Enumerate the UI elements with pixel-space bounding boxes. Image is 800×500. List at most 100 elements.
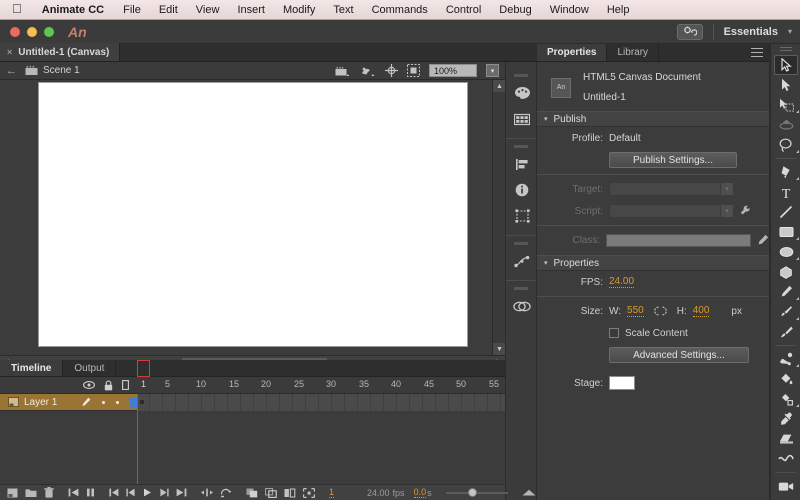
stage-vertical-scrollbar[interactable]: ▲ ▼ [492,80,506,355]
properties-section-header[interactable]: ▾ Properties [537,255,769,271]
tool-options-corner-icon[interactable] [796,237,799,240]
keyframe-marker[interactable] [140,399,144,404]
tool-options-corner-icon[interactable] [796,177,799,180]
dock-grip-icon[interactable] [514,145,528,148]
onion-skin-icon[interactable] [246,488,258,498]
eraser-tool[interactable] [771,429,800,449]
layer-visibility-dot[interactable] [101,400,105,404]
frame-ruler[interactable]: 1 5 10 15 20 25 30 35 40 45 50 55 [137,377,505,394]
layer-outline-color[interactable] [129,397,137,407]
zoom-dropdown-caret-icon[interactable]: ▾ [486,64,499,77]
menu-item-commands[interactable]: Commands [363,4,437,16]
pen-tool[interactable] [771,162,800,182]
new-layer-icon[interactable] [7,488,18,498]
collapse-triangle-icon[interactable]: ▾ [544,259,548,267]
document-tab-untitled-1[interactable]: × Untitled-1 (Canvas) [0,43,121,61]
menu-item-insert[interactable]: Insert [228,4,274,16]
tool-options-corner-icon[interactable] [796,150,799,153]
line-tool[interactable] [771,202,800,222]
center-frame-icon[interactable] [201,488,213,497]
fps-value[interactable]: 24.00 [609,276,635,288]
loop-icon[interactable] [220,488,232,498]
3d-rotation-tool[interactable] [771,115,800,135]
collapse-triangle-icon[interactable]: ▾ [544,115,548,123]
onion-skin-outline-icon[interactable] [265,487,277,498]
panel-menu-icon[interactable] [745,44,769,61]
publish-section-header[interactable]: ▾ Publish [537,111,769,127]
text-tool[interactable]: T [771,182,800,202]
timeline-fps-value[interactable]: 24.00 [367,488,390,498]
onion-slider-group[interactable] [439,487,515,497]
edit-scene-icon[interactable] [335,65,351,77]
close-window-button[interactable] [10,26,20,37]
workspace-switcher[interactable]: Essentials [724,26,778,38]
menu-item-help[interactable]: Help [598,4,639,16]
scale-content-row[interactable]: Scale Content [537,322,769,344]
menu-item-modify[interactable]: Modify [274,4,324,16]
eyedropper-tool[interactable] [771,409,800,429]
pause-icon[interactable] [86,488,95,497]
layer-row[interactable]: Layer 1 [0,393,505,411]
color-panel-icon[interactable] [506,80,538,106]
menu-app-name[interactable]: Animate CC [32,4,114,16]
height-value[interactable]: 400 [692,305,710,317]
outline-icon[interactable] [122,380,129,390]
go-to-end-icon[interactable] [176,488,187,497]
tab-timeline[interactable]: Timeline [0,360,64,376]
polygon-tool[interactable] [771,262,800,282]
chevron-down-icon[interactable]: ▾ [788,27,792,36]
link-dimensions-icon[interactable] [653,305,667,317]
layer-name-cell[interactable]: Layer 1 [0,397,80,408]
layer-frames-track[interactable] [137,393,505,411]
rectangle-tool[interactable] [771,222,800,242]
playhead-marker[interactable] [137,360,150,377]
align-panel-icon[interactable] [506,151,538,177]
timeline-zoom-slider[interactable] [445,487,508,497]
canvas-stage[interactable] [38,82,468,347]
center-stage-icon[interactable] [385,64,398,77]
menu-item-view[interactable]: View [187,4,229,16]
brush-tool[interactable] [771,302,800,322]
menu-item-text[interactable]: Text [324,4,362,16]
ink-bottle-tool[interactable] [771,389,800,409]
tool-options-corner-icon[interactable] [796,364,799,367]
menu-item-edit[interactable]: Edit [150,4,187,16]
tool-options-corner-icon[interactable] [796,257,799,260]
stage-area[interactable]: ▲ ▼ [0,80,506,355]
width-tool[interactable] [771,449,800,469]
selection-tool[interactable] [774,55,798,75]
width-value[interactable]: 550 [627,305,644,317]
menu-item-debug[interactable]: Debug [490,4,540,16]
apple-logo-icon[interactable]:  [8,1,32,18]
resize-grip-icon[interactable] [522,489,536,496]
stage-color-swatch[interactable] [609,376,635,390]
lasso-tool[interactable] [771,135,800,155]
scene-breadcrumb[interactable]: Scene 1 [25,65,80,76]
swatches-panel-icon[interactable] [506,106,538,132]
go-to-start-icon[interactable] [68,488,79,497]
code-snippets-icon[interactable] [506,293,538,319]
sync-settings-icon[interactable] [676,23,703,40]
tool-options-corner-icon[interactable] [796,110,799,113]
transform-panel-icon[interactable] [506,203,538,229]
scale-content-checkbox[interactable] [609,328,619,338]
camera-tool[interactable] [771,476,800,496]
eye-icon[interactable] [83,381,95,389]
menu-item-control[interactable]: Control [437,4,490,16]
play-icon[interactable] [143,488,152,497]
publish-settings-button[interactable]: Publish Settings... [609,152,737,168]
maximize-window-button[interactable] [44,26,54,37]
paint-brush-tool[interactable] [771,322,800,342]
advanced-settings-button[interactable]: Advanced Settings... [609,347,749,363]
edit-symbol-icon[interactable] [360,65,376,77]
back-arrow-icon[interactable]: ← [6,65,17,77]
free-transform-tool[interactable] [771,95,800,115]
lock-icon[interactable] [104,380,113,391]
menu-item-file[interactable]: File [114,4,150,16]
dock-grip-icon[interactable] [514,287,528,290]
modify-onion-markers-icon[interactable] [303,487,315,498]
paint-bucket-tool[interactable] [771,369,800,389]
current-frame-value[interactable]: 1 [329,487,335,498]
close-icon[interactable]: × [7,47,12,57]
clip-content-icon[interactable] [407,64,420,77]
